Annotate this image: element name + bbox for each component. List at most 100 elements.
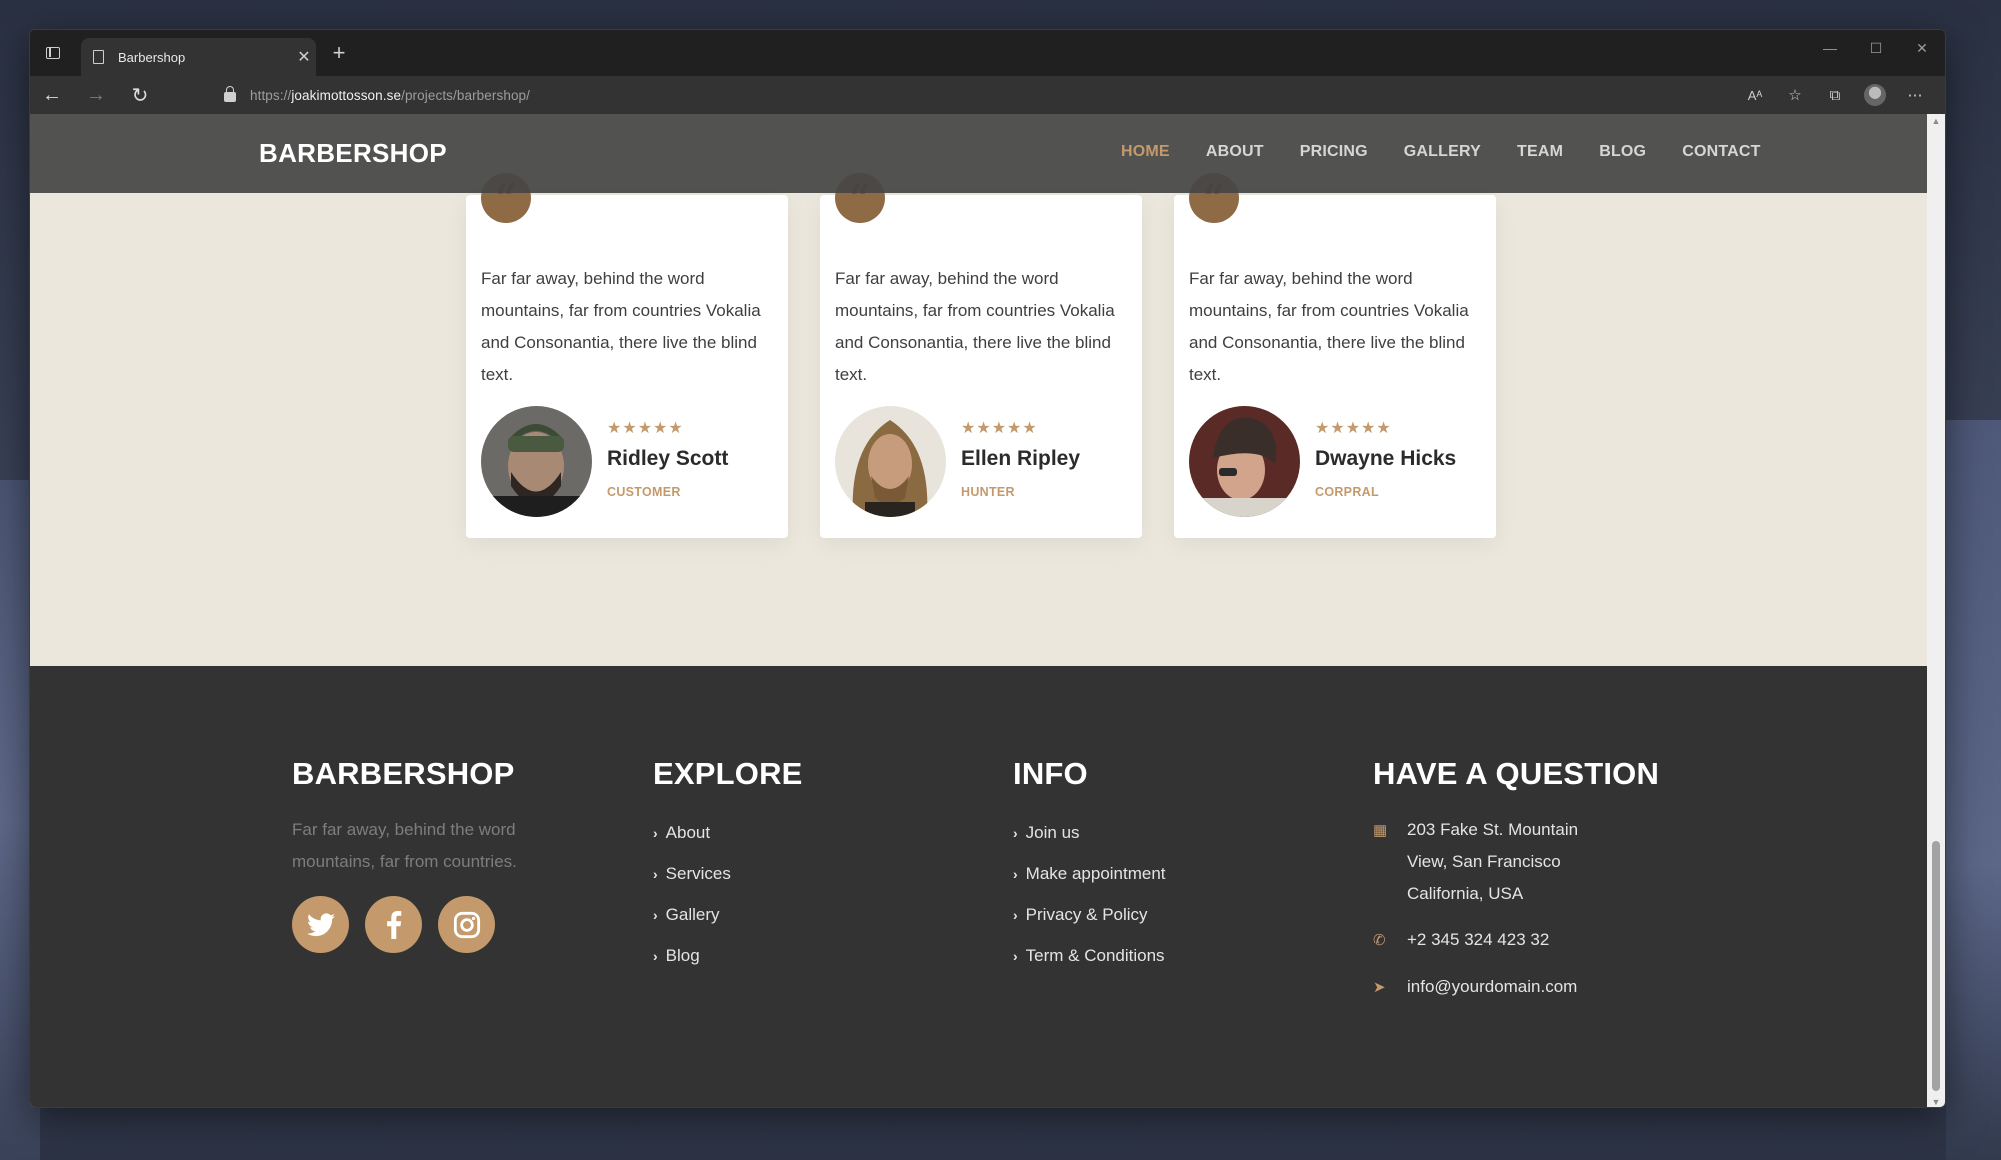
url-text[interactable]: https://joakimottosson.se/projects/barbe… (250, 88, 530, 103)
new-tab-button[interactable]: + (326, 40, 352, 66)
chevron-right-icon: › (653, 947, 658, 964)
footer-link-label: Join us (1025, 822, 1080, 842)
footer-link-label: About (665, 822, 711, 842)
chevron-right-icon: › (1013, 947, 1018, 964)
scroll-up-icon[interactable]: ▲ (1927, 114, 1945, 128)
window-controls: — ☐ ✕ (1807, 30, 1945, 76)
email-text: info@yourdomain.com (1407, 977, 1578, 996)
site-navbar: BARBERSHOP HOME ABOUT PRICING GALLERY TE… (30, 114, 1929, 193)
footer-link[interactable]: › Privacy & Policy (1013, 894, 1166, 935)
nav-home[interactable]: HOME (1121, 143, 1170, 161)
refresh-icon[interactable]: ↻ (118, 76, 162, 114)
footer-link-label: Blog (665, 945, 700, 965)
favorite-icon[interactable]: ☆ (1775, 76, 1815, 114)
lock-icon[interactable] (224, 86, 236, 102)
testimonial-text: Far far away, behind the word mountains,… (835, 269, 1115, 384)
rating-stars: ★★★★★ (961, 420, 1038, 437)
footer-link-label: Make appointment (1025, 863, 1166, 883)
main-menu: HOME ABOUT PRICING GALLERY TEAM BLOG CON… (1121, 143, 1797, 161)
scroll-thumb[interactable] (1932, 841, 1940, 1091)
contact-email[interactable]: ➤ info@yourdomain.com (1373, 971, 1659, 1004)
footer-link[interactable]: › Join us (1013, 812, 1166, 853)
page-scrollbar[interactable]: ▲ ▼ (1927, 114, 1945, 1107)
chevron-right-icon: › (1013, 906, 1018, 923)
footer-explore-title: EXPLORE (653, 756, 803, 791)
customer-photo (835, 406, 946, 517)
contact-phone[interactable]: ✆ +2 345 324 423 32 (1373, 924, 1659, 957)
footer-link[interactable]: › Blog (653, 935, 803, 976)
footer-link-label: Gallery (665, 904, 720, 924)
footer-brand-title: BARBERSHOP (292, 756, 515, 791)
footer-link[interactable]: › About (653, 812, 803, 853)
footer-link[interactable]: › Services (653, 853, 803, 894)
nav-gallery[interactable]: GALLERY (1404, 143, 1481, 161)
profile-icon[interactable] (1864, 84, 1886, 106)
footer-link-label: Services (665, 863, 731, 883)
page-viewport: “ Far far away, behind the word mountain… (30, 114, 1929, 1107)
testimonial-card: “ Far far away, behind the word mountain… (1174, 173, 1496, 538)
tab-title: Barbershop (118, 49, 186, 65)
site-logo[interactable]: BARBERSHOP (259, 138, 447, 169)
address-line: View, San Francisco (1407, 852, 1561, 871)
scroll-down-icon[interactable]: ▼ (1927, 1095, 1945, 1107)
collections-icon[interactable]: ⧉ (1815, 76, 1855, 114)
nav-pricing[interactable]: PRICING (1300, 143, 1368, 161)
customer-photo (1189, 406, 1300, 517)
phone-text: +2 345 324 423 32 (1407, 930, 1550, 949)
facebook-icon[interactable] (365, 896, 422, 953)
back-icon[interactable]: ← (30, 76, 74, 114)
nav-team[interactable]: TEAM (1517, 143, 1563, 161)
read-aloud-icon[interactable]: Aᴬ (1735, 76, 1775, 114)
tab-actions-icon[interactable] (44, 44, 62, 62)
url-path: /projects/barbershop/ (401, 87, 531, 103)
testimonial-text: Far far away, behind the word mountains,… (481, 269, 761, 384)
footer-link-label: Privacy & Policy (1025, 904, 1148, 924)
address-lines: 203 Fake St. Mountain View, San Francisc… (1407, 814, 1578, 910)
testimonial-card: “ Far far away, behind the word mountain… (466, 173, 788, 538)
close-window-icon[interactable]: ✕ (1899, 30, 1945, 66)
nav-blog[interactable]: BLOG (1599, 143, 1646, 161)
tab-bar: Barbershop ✕ + — ☐ ✕ (30, 30, 1945, 76)
customer-role: CUSTOMER (607, 485, 681, 499)
address-line: California, USA (1407, 884, 1524, 903)
customer-name: Dwayne Hicks (1315, 447, 1457, 470)
address-bar[interactable]: https://joakimottosson.se/projects/barbe… (187, 76, 1945, 114)
rating-stars: ★★★★★ (1315, 420, 1392, 437)
footer-link[interactable]: › Term & Conditions (1013, 935, 1166, 976)
customer-role: HUNTER (961, 485, 1015, 499)
site-footer: BARBERSHOP Far far away, behind the word… (30, 666, 1929, 1107)
instagram-icon[interactable] (438, 896, 495, 953)
footer-link[interactable]: › Gallery (653, 894, 803, 935)
rating-stars: ★★★★★ (607, 420, 684, 437)
phone-icon: ✆ (1373, 932, 1386, 949)
footer-contact: HAVE A QUESTION ▦ 203 Fake St. Mountain … (1373, 756, 1659, 1018)
footer-explore: EXPLORE › About › Services › Gallery › Blog (653, 756, 803, 976)
chevron-right-icon: › (653, 824, 658, 841)
nav-contact[interactable]: CONTACT (1682, 143, 1760, 161)
active-tab[interactable]: Barbershop ✕ (81, 38, 316, 76)
maximize-icon[interactable]: ☐ (1853, 30, 1899, 66)
minimize-icon[interactable]: — (1807, 30, 1853, 66)
contact-address: ▦ 203 Fake St. Mountain View, San Franci… (1373, 814, 1659, 910)
forward-icon[interactable]: → (74, 76, 118, 114)
footer-info: INFO › Join us › Make appointment › Privacy… (1013, 756, 1166, 976)
twitter-icon[interactable] (292, 896, 349, 953)
customer-name: Ridley Scott (607, 447, 729, 470)
footer-description: Far far away, behind the word mountains,… (292, 820, 517, 871)
more-icon[interactable]: ⋯ (1895, 76, 1935, 114)
footer-link[interactable]: › Make appointment (1013, 853, 1166, 894)
close-tab-icon[interactable]: ✕ (292, 47, 316, 67)
desktop-wallpaper-right (1946, 420, 2001, 1160)
toolbar-actions: Aᴬ ☆ ⧉ ⋯ (1735, 76, 1935, 114)
testimonial-card: “ Far far away, behind the word mountain… (820, 173, 1142, 538)
url-host: joakimottosson.se (291, 87, 402, 103)
customer-role: CORPRAL (1315, 485, 1379, 499)
map-icon: ▦ (1373, 822, 1388, 839)
url-scheme: https:// (250, 87, 292, 103)
chevron-right-icon: › (653, 865, 658, 882)
nav-about[interactable]: ABOUT (1206, 143, 1264, 161)
browser-toolbar: ← → ↻ https://joakimottosson.se/projects… (30, 76, 1945, 114)
info-links: › Join us › Make appointment › Privacy & Po… (1013, 812, 1166, 976)
page-icon (93, 50, 104, 64)
footer-info-title: INFO (1013, 756, 1088, 791)
